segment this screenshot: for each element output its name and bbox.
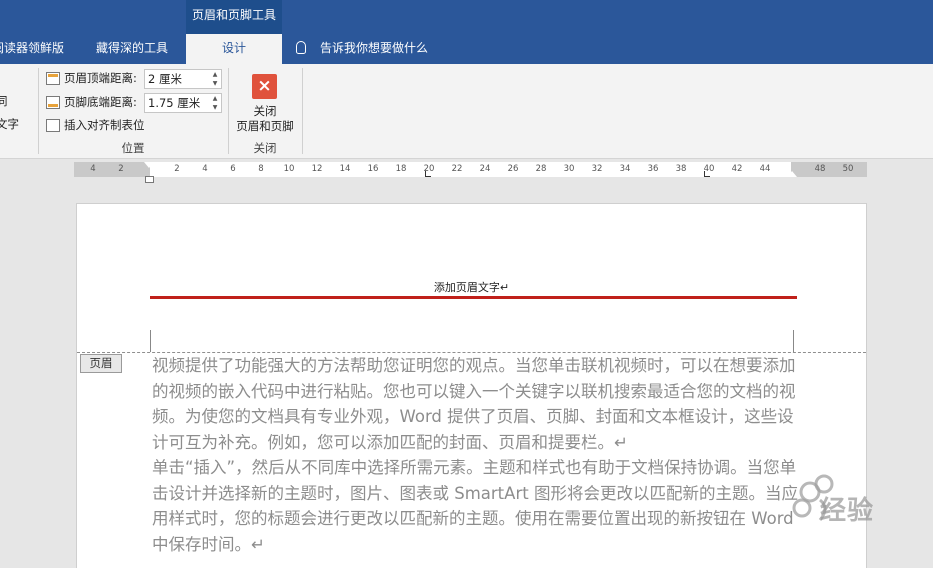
paragraph[interactable]: 视频提供了功能强大的方法帮助您证明您的观点。当您单击联机视频时，可以在想要添加的…	[152, 353, 800, 455]
crop-mark	[150, 330, 151, 352]
ruler-tick: 10	[283, 164, 295, 174]
ruler-tick: 36	[647, 164, 659, 174]
insert-alignment-tab-button[interactable]: 插入对齐制表位	[46, 117, 145, 133]
spinner-arrows-icon[interactable]: ▲ ▼	[209, 94, 221, 112]
ruler-tick: 2	[174, 164, 180, 174]
close-button-label-1: 关闭	[253, 104, 277, 118]
crop-mark	[793, 330, 794, 352]
right-indent-marker[interactable]	[787, 171, 797, 177]
ruler-tick: 44	[759, 164, 771, 174]
paragraph[interactable]: 单击“插入”，然后从不同库中选择所需元素。主题和样式也有助于文档保持协调。当您单…	[152, 455, 800, 557]
ruler-tick: 38	[675, 164, 687, 174]
tab-hidden-tools[interactable]: 藏得深的工具	[96, 34, 168, 64]
spinner-arrows-icon[interactable]: ▲ ▼	[209, 70, 221, 88]
horizontal-ruler[interactable]: 4 2 2 4 6 8 10 12 14 16 18 20 22 24 26 28 30 32 34 36 38 40…	[74, 162, 867, 183]
document-page[interactable]: 添加页眉文字↵ 页眉 视频提供了功能强大的方法帮助您证明您的观点。当您单击联机视…	[76, 203, 867, 568]
footer-bottom-distance-value: 1.75 厘米	[148, 96, 201, 110]
ruler-tick: 26	[507, 164, 519, 174]
ruler-tick: 2	[118, 164, 124, 174]
ruler-tick: 30	[563, 164, 575, 174]
tell-me-box[interactable]: 告诉我你想要做什么	[296, 34, 428, 64]
ruler-tick: 34	[619, 164, 631, 174]
ruler-tick: 32	[591, 164, 603, 174]
close-button-label-2: 页眉和页脚	[236, 119, 294, 133]
ruler-tick: 12	[311, 164, 323, 174]
ruler-tick: 4	[202, 164, 208, 174]
title-bar: 页眉和页脚工具	[0, 0, 933, 34]
ribbon-partial-item[interactable]: 文字	[0, 116, 19, 132]
tab-reader[interactable]: 阅读器领鲜版	[0, 34, 64, 64]
group-separator	[302, 68, 303, 154]
ribbon-tab-row: 阅读器领鲜版 藏得深的工具 设计 告诉我你想要做什么	[0, 34, 933, 64]
header-position-icon	[46, 72, 60, 85]
group-label-position: 位置	[121, 141, 145, 155]
header-top-distance-spinner[interactable]: 2 厘米 ▲ ▼	[144, 69, 222, 89]
footer-position-icon	[46, 96, 60, 109]
tab-design[interactable]: 设计	[186, 34, 282, 64]
ribbon-partial-item[interactable]: 同	[0, 93, 8, 109]
footer-bottom-distance-label: 页脚底端距离:	[46, 94, 137, 110]
ruler-tick: 24	[479, 164, 491, 174]
ruler-tick: 22	[451, 164, 463, 174]
lightbulb-icon	[296, 41, 306, 54]
tab-stop-marker[interactable]	[425, 171, 431, 177]
ruler-tick: 4	[90, 164, 96, 174]
header-text[interactable]: 添加页眉文字↵	[77, 279, 866, 295]
ruler-tick: 28	[535, 164, 547, 174]
header-top-distance-label: 页眉顶端距离:	[46, 70, 137, 86]
header-top-distance-value: 2 厘米	[148, 72, 182, 86]
header-tag: 页眉	[80, 354, 122, 373]
ruler-tick: 8	[258, 164, 264, 174]
ribbon: | 同 文字 页眉顶端距离: 2 厘米 ▲▼ 页脚底端距离: 1.75 厘米 ▲…	[0, 64, 933, 159]
contextual-tab-header-footer-tools: 页眉和页脚工具	[186, 0, 282, 34]
group-separator	[38, 68, 39, 154]
tell-me-label: 告诉我你想要做什么	[320, 41, 429, 55]
header-border-line	[150, 296, 797, 299]
close-header-footer-button[interactable]: 关闭 页眉和页脚	[229, 104, 301, 134]
ruler-tick: 48	[814, 164, 826, 174]
left-indent-marker[interactable]	[145, 176, 154, 183]
ruler-tick: 16	[367, 164, 379, 174]
ruler-tick: 50	[842, 164, 854, 174]
ruler-tick: 42	[731, 164, 743, 174]
ruler-tick: 6	[230, 164, 236, 174]
close-icon[interactable]: ×	[252, 74, 277, 99]
ruler-text-area	[150, 162, 791, 177]
alignment-tab-icon	[46, 119, 60, 132]
group-label-close: 关闭	[253, 141, 277, 155]
ruler-tick: 14	[339, 164, 351, 174]
watermark-text: 经验	[820, 496, 875, 526]
tab-stop-marker[interactable]	[704, 171, 710, 177]
first-line-indent-marker[interactable]	[144, 162, 154, 168]
footer-bottom-distance-spinner[interactable]: 1.75 厘米 ▲ ▼	[144, 93, 222, 113]
body-text[interactable]: 视频提供了功能强大的方法帮助您证明您的观点。当您单击联机视频时，可以在想要添加的…	[152, 353, 800, 557]
ruler-tick: 18	[395, 164, 407, 174]
